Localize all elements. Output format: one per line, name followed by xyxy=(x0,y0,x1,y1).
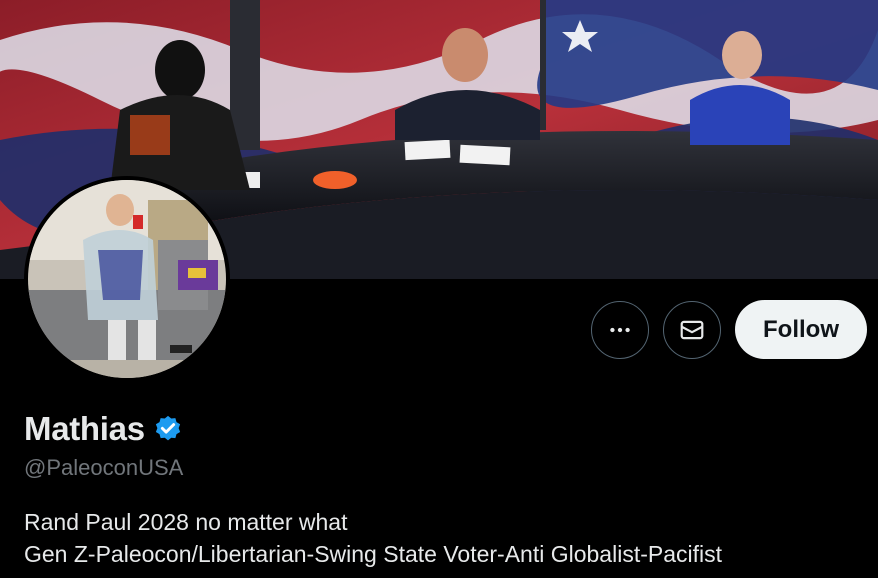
bio-line: Gen Z-Paleocon/Libertarian-Swing State V… xyxy=(24,541,722,567)
follow-button-label: Follow xyxy=(763,315,839,343)
more-options-button[interactable] xyxy=(591,300,650,359)
profile-bio: Rand Paul 2028 no matter what Gen Z-Pale… xyxy=(24,506,722,570)
display-name: Mathias xyxy=(24,410,145,447)
verified-badge-icon[interactable] xyxy=(153,414,183,444)
follow-button[interactable]: Follow xyxy=(735,300,867,359)
profile-name-row: Mathias xyxy=(24,410,183,448)
profile-actions: Follow xyxy=(591,300,867,359)
profile-avatar[interactable] xyxy=(24,176,230,382)
message-button[interactable] xyxy=(663,300,722,359)
bio-line: Rand Paul 2028 no matter what xyxy=(24,509,348,535)
profile-handle: @PaleoconUSA xyxy=(24,455,184,480)
more-dots-icon xyxy=(610,327,630,332)
envelope-icon xyxy=(680,320,704,339)
